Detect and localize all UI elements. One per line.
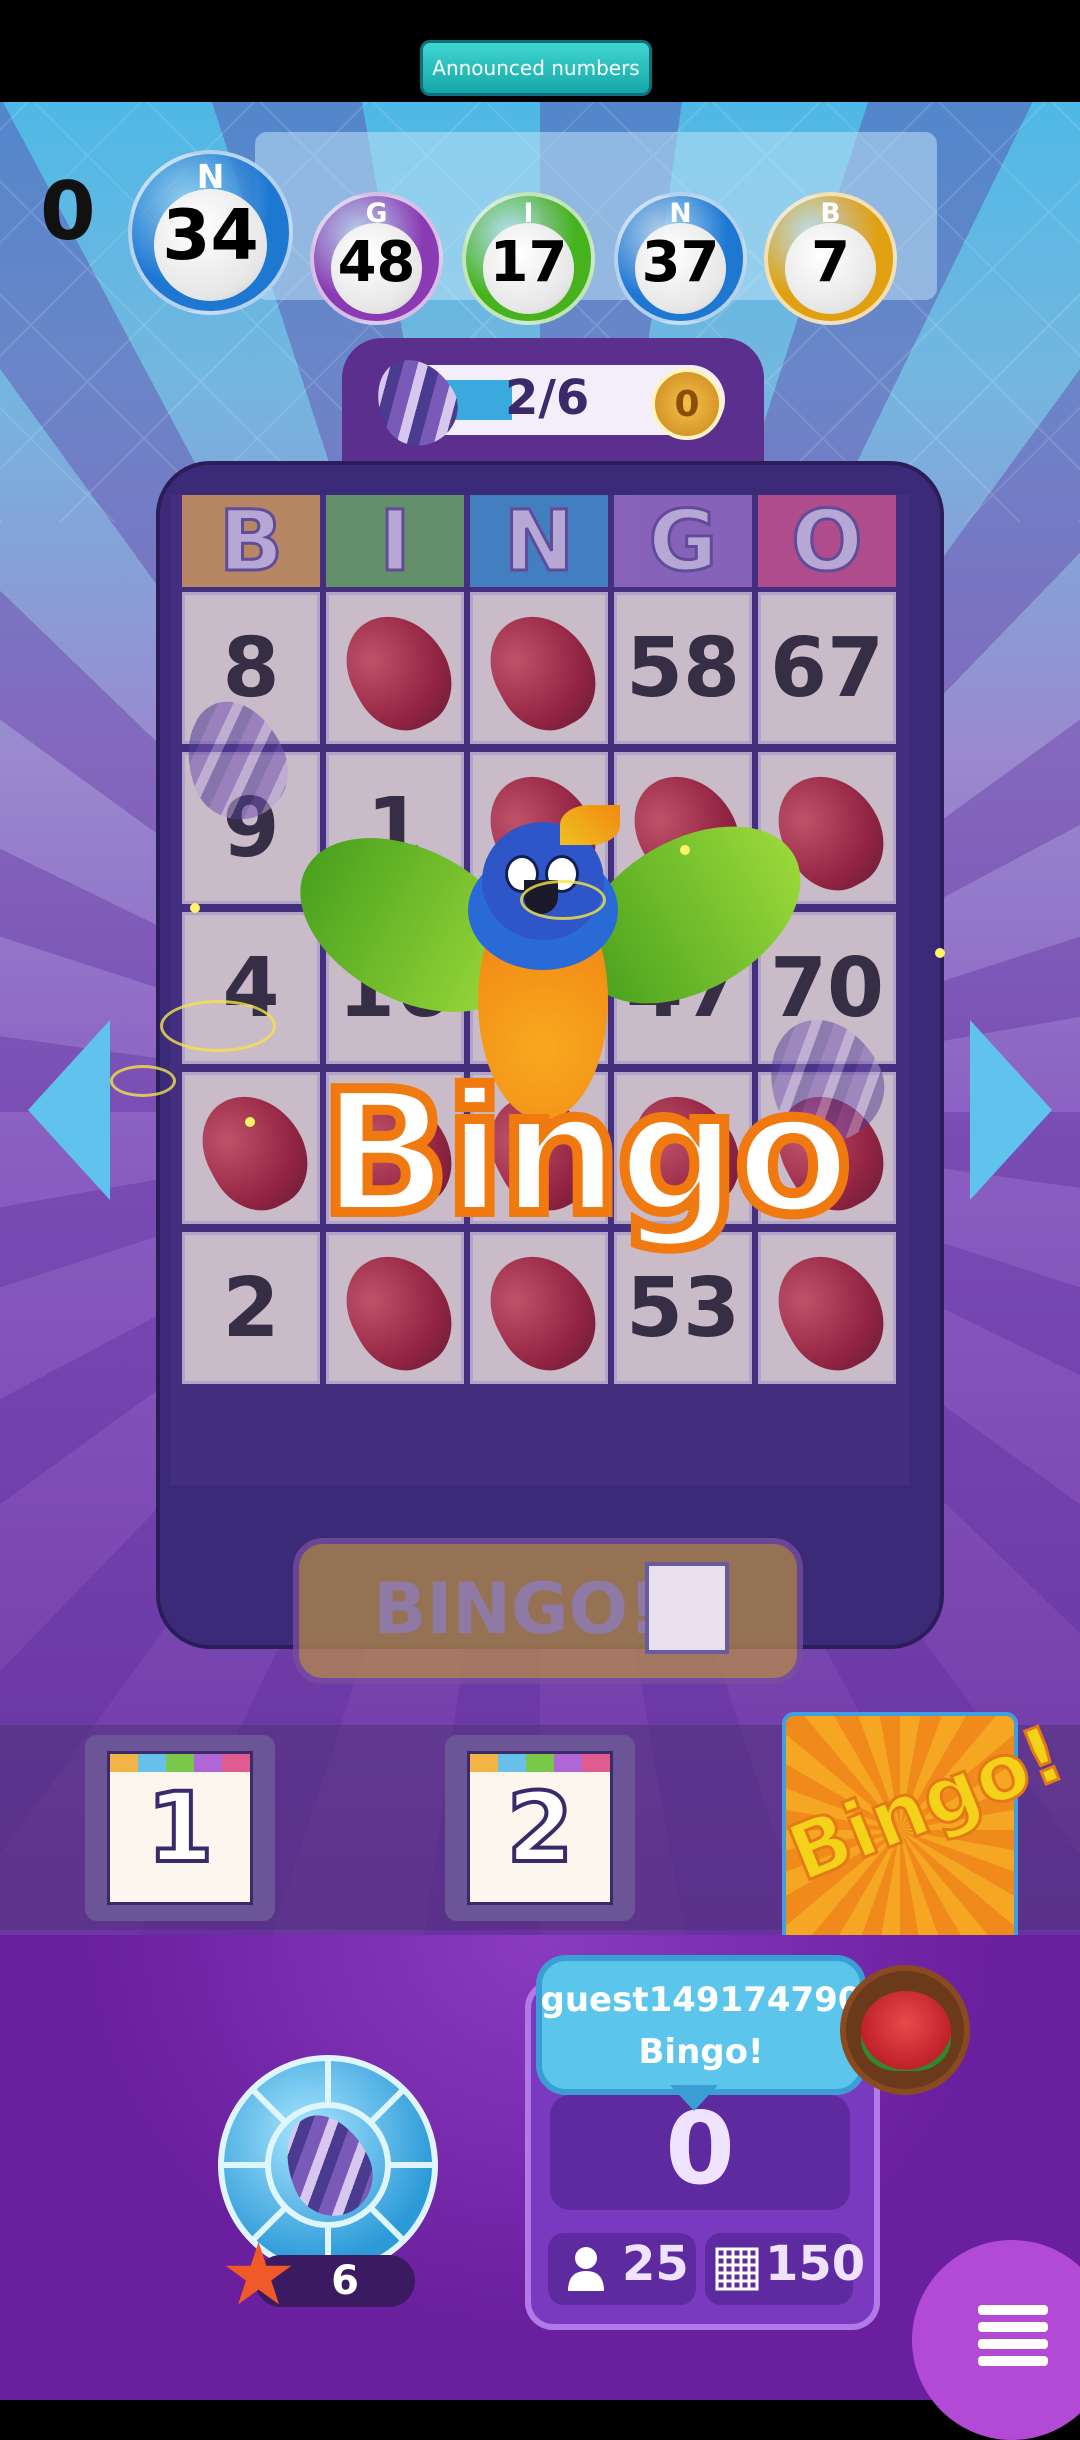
ball-letter: G (365, 198, 388, 230)
card-tab-label: 1 (145, 1770, 216, 1886)
ball-number: 7 (811, 230, 850, 296)
star-icon: ★ (220, 2225, 298, 2325)
ball-letter: N (196, 156, 225, 196)
card-tab-label: 2 (505, 1770, 576, 1886)
coin-count: 0 (674, 383, 700, 425)
sparkle (245, 1117, 255, 1127)
ball-number: 37 (641, 230, 720, 296)
sparkle-ring (160, 1000, 276, 1052)
announced-numbers-button[interactable]: Announced numbers (420, 40, 652, 96)
progress-text: 2/6 (505, 370, 590, 426)
players-count: 25 (622, 2236, 689, 2292)
ball-letter: N (669, 198, 692, 230)
sparkle-ring (520, 880, 606, 920)
sparkle (190, 903, 200, 913)
called-ball: I 17 (462, 191, 595, 325)
card-tab-2[interactable]: 2 (445, 1735, 635, 1921)
bingo-button-label: BINGO! (373, 1568, 660, 1650)
person-icon (566, 2245, 606, 2293)
previous-card-arrow-icon[interactable] (28, 1020, 110, 1200)
player-name: guest149174790 (540, 1980, 862, 2020)
cards-count: 150 (765, 2236, 866, 2292)
coin-icon: 0 (651, 368, 723, 440)
called-ball: N 34 (128, 149, 293, 315)
player-message: Bingo! (638, 2032, 764, 2072)
called-ball: N 37 (614, 191, 747, 325)
sparkle-ring (110, 1065, 176, 1097)
mini-card-icon (645, 1562, 729, 1654)
speech-bubble-tip (670, 2085, 718, 2111)
grid-icon (715, 2247, 759, 2291)
ball-letter: B (820, 198, 841, 230)
card-icon: 1 (107, 1751, 253, 1905)
watermelon-avatar-icon[interactable] (840, 1965, 970, 2095)
ball-number: 48 (337, 230, 416, 296)
sparkle (935, 948, 945, 958)
bingo-banner: Bingo (315, 1050, 856, 1258)
ball-letter: I (523, 198, 534, 230)
called-ball: B7 (764, 191, 897, 325)
sparkle (680, 845, 690, 855)
called-count: 0 (40, 165, 96, 258)
ball-number: 34 (162, 196, 259, 277)
called-ball: G 48 (310, 191, 443, 325)
speech-bubble (536, 1955, 866, 2095)
parrot-crest (560, 805, 620, 845)
card-tab-1[interactable]: 1 (85, 1735, 275, 1921)
card-icon: 2 (467, 1751, 613, 1905)
next-card-arrow-icon[interactable] (970, 1020, 1052, 1200)
booster-count: 6 (331, 2258, 359, 2304)
ball-number: 17 (489, 230, 568, 296)
